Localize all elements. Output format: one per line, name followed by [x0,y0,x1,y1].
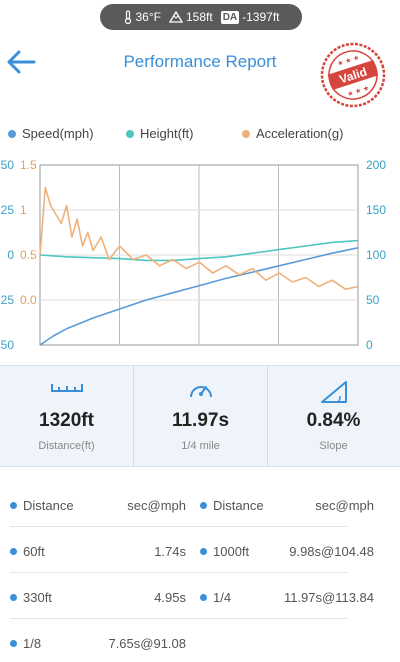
split-left-value: 4.95s [154,590,186,605]
split-right-label: 1000ft [213,544,250,559]
legend-item-height: Height(ft) [126,126,193,141]
splits-header-left-value: sec@mph [127,498,186,513]
row-divider [10,572,348,573]
metric-quarter-mile-value: 11.97s [171,410,230,431]
legend-label-height: Height(ft) [140,126,194,141]
splits-header-row: Distance sec@mph Distance sec@mph [0,490,400,524]
split-right: 1/4 [200,590,231,605]
elevation-status: 158ft [168,10,213,24]
thermometer-icon [124,10,131,24]
split-left-value: 7.65s@91.08 [108,636,186,651]
bullet-dot [10,640,17,647]
slope-icon [320,381,347,403]
splits-header-left: Distance [10,498,74,513]
split-row: 60ft 1.74s 1000ft 9.98s@104.48 [0,536,400,570]
legend-label-speed: Speed(mph) [22,126,94,141]
axis-tick-label-height: -25 [0,293,14,307]
metric-slope: 0.84% Slope [267,366,400,466]
axis-tick-label-height: 0 [7,248,14,262]
svg-text:★ ★ ★: ★ ★ ★ [346,84,370,99]
legend-item-acceleration: Acceleration(g) [242,126,343,141]
axis-tick-label-speed: 200 [366,158,386,172]
axis-tick-label-height: 50 [1,158,15,172]
metric-distance-label: Distance(ft) [38,440,95,452]
elevation-value: 158ft [185,10,213,24]
metric-quarter-mile: 11.97s 1/4 mile [134,366,267,466]
split-right-value: 9.98s@104.48 [289,544,374,559]
temperature-status: 36°F [123,10,161,24]
splits-header-right: Distance [200,498,264,513]
bullet-dot [200,502,207,509]
bullet-dot [10,548,17,555]
axis-tick-label-acceleration: 1.5 [20,158,37,172]
metric-quarter-mile-label: 1/4 mile [181,440,220,452]
splits-header-left-label: Distance [23,498,74,513]
splits-header-right-label: Distance [213,498,264,513]
axis-tick-label-acceleration: 1 [20,203,27,217]
legend-item-speed: Speed(mph) [8,126,94,141]
status-pill: 36°F 158ft DA -1397ft [100,4,302,30]
bullet-dot [200,548,207,555]
ruler-icon [50,384,83,392]
split-left-label: 330ft [23,590,52,605]
split-row: 1/8 7.65s@91.08 [0,628,400,662]
axis-tick-label-speed: 150 [366,203,386,217]
valid-stamp: Valid ★ ★ ★ ★ ★ ★ [320,42,386,108]
axis-tick-label-height: -50 [0,338,14,350]
density-altitude-value: -1397ft [242,10,280,24]
chart-legend: Speed(mph) Height(ft) Acceleration(g) [0,126,400,144]
metric-distance-value: 1320ft [39,410,94,431]
legend-label-acceleration: Acceleration(g) [256,126,344,141]
split-left-label: 60ft [23,544,45,559]
split-left-label: 1/8 [23,636,42,651]
bullet-dot [10,502,17,509]
mountain-icon [168,11,183,23]
split-left: 60ft [10,544,45,559]
axis-tick-label-speed: 100 [366,248,386,262]
split-right-label: 1/4 [213,590,232,605]
density-altitude-status: DA -1397ft [220,10,280,24]
performance-chart: 1.5 1 0.5 0.0 50 25 0 -25 -50 200 150 100 50 0 [0,158,386,350]
metric-slope-value: 0.84% [306,410,361,431]
axis-tick-label-speed: 50 [366,293,380,307]
split-left: 1/8 [10,636,41,651]
temperature-value: 36°F [135,10,161,24]
bullet-dot [200,594,207,601]
axis-tick-label-acceleration: 0.5 [20,248,37,262]
split-right: 1000ft [200,544,249,559]
splits-header-right-value: sec@mph [315,498,374,513]
axis-tick-label-height: 25 [1,203,15,217]
split-right-value: 11.97s@113.84 [283,590,374,605]
split-left: 330ft [10,590,52,605]
metric-slope-label: Slope [319,440,348,452]
legend-dot-height [126,129,134,138]
row-divider [10,526,348,527]
bullet-dot [10,594,17,601]
split-left-value: 1.74s [154,544,186,559]
axis-tick-label-speed: 0 [366,338,373,350]
metric-distance: 1320ft Distance(ft) [0,366,133,466]
metrics-bar: 1320ft Distance(ft) 11.97s 1/4 mile 0.84… [0,365,400,467]
gauge-icon [189,386,212,398]
legend-dot-acceleration [242,129,250,138]
legend-dot-speed [8,129,16,138]
split-row: 330ft 4.95s 1/4 11.97s@113.84 [0,582,400,616]
da-badge: DA [220,10,240,24]
row-divider [10,618,348,619]
axis-tick-label-acceleration: 0.0 [20,293,37,307]
